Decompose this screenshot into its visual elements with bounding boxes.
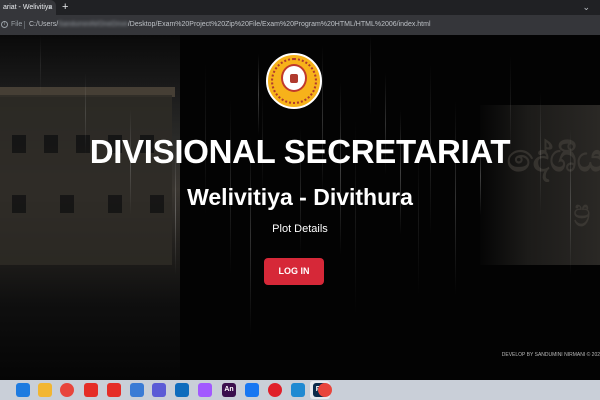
media-player-icon[interactable] xyxy=(152,383,166,397)
scheme-label: File xyxy=(11,21,23,28)
tab-close-icon[interactable]: × xyxy=(48,0,53,15)
address-bar: i File C:/Users/SanduminiN/OneDrive/Desk… xyxy=(0,15,600,35)
new-tab-icon[interactable]: + xyxy=(62,0,68,15)
opera-icon[interactable] xyxy=(268,383,282,397)
vscode-icon[interactable] xyxy=(291,383,305,397)
logo-emblem xyxy=(281,64,307,92)
browser-tab[interactable]: ariat - Welivitiya × xyxy=(0,0,56,15)
url-redacted: SanduminiN/OneDrive xyxy=(58,21,128,28)
rain-streak xyxy=(400,110,401,235)
files-icon[interactable] xyxy=(130,383,144,397)
rain-streak xyxy=(258,54,259,135)
url-input[interactable]: C:/Users/SanduminiN/OneDrive/Desktop/Exa… xyxy=(29,15,449,35)
browser-tab-strip: ariat - Welivitiya × + ⌄ xyxy=(0,0,600,15)
logo-seal xyxy=(290,74,298,83)
url-prefix: C:/Users/ xyxy=(29,21,59,28)
tab-search-icon[interactable]: ⌄ xyxy=(582,0,590,15)
rain-streak xyxy=(322,45,323,195)
tab-title: ariat - Welivitiya xyxy=(3,4,53,11)
youtube-icon[interactable] xyxy=(84,383,98,397)
page-title: DIVISIONAL SECRETARIAT xyxy=(89,133,511,170)
footer-credit: DEVELOP BY SANDUMINI NIRMANI © 202 xyxy=(501,352,600,358)
url-path: /Desktop/Exam%20Project%20Zip%20File/Exa… xyxy=(127,21,431,28)
file-explorer-icon[interactable] xyxy=(38,383,52,397)
chrome-active-icon[interactable] xyxy=(318,383,332,397)
page-viewport: දේශීය ප්‍ර DIVISIONAL SECRETARIAT Welivi… xyxy=(0,35,600,380)
facebook-icon[interactable] xyxy=(245,383,259,397)
windows-icon[interactable] xyxy=(16,383,30,397)
login-button[interactable]: LOG IN xyxy=(264,258,324,285)
rain-streak xyxy=(370,36,371,115)
rain-streak xyxy=(40,35,41,95)
page-subtitle: Welivitiya - Divithura xyxy=(187,184,413,210)
taskbar: AnPs xyxy=(0,380,600,400)
animate-icon[interactable]: An xyxy=(222,383,236,397)
chrome-icon[interactable] xyxy=(60,383,74,397)
site-info-icon[interactable]: i xyxy=(1,21,8,28)
youtube-icon[interactable] xyxy=(107,383,121,397)
background-building xyxy=(0,95,172,265)
figma-icon[interactable] xyxy=(198,383,212,397)
divider xyxy=(24,21,25,29)
logo-icon xyxy=(266,53,322,109)
outlook-icon[interactable] xyxy=(175,383,189,397)
section-label: Plot Details xyxy=(272,223,328,235)
